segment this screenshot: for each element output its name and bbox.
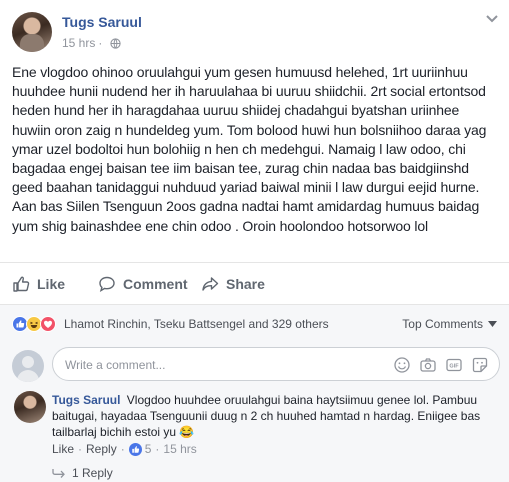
- view-replies-link[interactable]: 1 Reply: [52, 466, 113, 480]
- like-label: Like: [37, 276, 66, 292]
- comment-author-name[interactable]: Tugs Saruul: [52, 393, 120, 407]
- viewer-avatar: [12, 350, 44, 382]
- comment-label: Comment: [123, 276, 188, 292]
- share-button[interactable]: Share: [201, 275, 265, 293]
- dot-separator: ·: [155, 442, 160, 456]
- comment-input-placeholder: Write a comment...: [65, 358, 166, 372]
- commenter-avatar[interactable]: [14, 391, 46, 423]
- thumbs-up-icon: [13, 276, 30, 292]
- comment-sort-label: Top Comments: [402, 317, 483, 331]
- comment-bubble-icon: [99, 276, 115, 292]
- dot-separator: ·: [120, 442, 125, 456]
- comment-timestamp[interactable]: 15 hrs: [163, 442, 196, 456]
- comments-section: Write a comment... GIF Tugs Saruul Vlogd…: [0, 342, 509, 482]
- post-author-name[interactable]: Tugs Saruul: [62, 14, 142, 30]
- post-meta: 15 hrs ·: [62, 36, 121, 50]
- author-avatar[interactable]: [12, 12, 52, 52]
- post-options-chevron-icon[interactable]: [485, 14, 499, 24]
- comment-like-link[interactable]: Like: [52, 442, 74, 456]
- replies-count-label: 1 Reply: [72, 466, 113, 480]
- reply-arrow-icon: [52, 469, 65, 478]
- facebook-post: Tugs Saruul 15 hrs · Ene vlogdoo ohinoo …: [0, 0, 509, 482]
- svg-text:GIF: GIF: [449, 364, 459, 370]
- reaction-names[interactable]: Lhamot Rinchin, Tseku Battsengel and 329…: [64, 317, 329, 331]
- post-action-bar: Like Comment Share: [0, 262, 509, 304]
- share-label: Share: [226, 276, 265, 292]
- comment-like-count: 5: [144, 442, 152, 456]
- share-arrow-icon: [202, 277, 219, 291]
- comment-input[interactable]: Write a comment... GIF: [52, 347, 500, 381]
- comment-actions: Like · Reply · 5 · 15 hrs: [52, 442, 197, 456]
- comment-body: Tugs Saruul Vlogdoo huuhdee oruulahgui b…: [52, 392, 500, 440]
- love-reaction-icon: [40, 316, 56, 332]
- post-body-text: Ene vlogdoo ohinoo oruulahgui yum gesen …: [12, 64, 487, 234]
- gif-icon[interactable]: GIF: [445, 356, 463, 374]
- emoji-icon[interactable]: [393, 356, 411, 374]
- post-timestamp[interactable]: 15 hrs: [62, 36, 95, 50]
- comment-like-count-icon[interactable]: [128, 442, 142, 456]
- reactions-row: Lhamot Rinchin, Tseku Battsengel and 329…: [0, 304, 509, 342]
- reaction-icons[interactable]: [12, 316, 56, 332]
- composer-icons: GIF: [385, 356, 489, 374]
- sticker-icon[interactable]: [471, 356, 489, 374]
- globe-icon[interactable]: [110, 37, 121, 49]
- meta-separator: ·: [98, 36, 103, 50]
- caret-down-icon: [488, 321, 497, 327]
- comment-reply-link[interactable]: Reply: [86, 442, 117, 456]
- camera-icon[interactable]: [419, 356, 437, 374]
- like-button[interactable]: Like: [12, 275, 65, 293]
- dot-separator: ·: [78, 442, 83, 456]
- comment-button[interactable]: Comment: [98, 275, 188, 293]
- comment-sort-dropdown[interactable]: Top Comments: [402, 317, 497, 331]
